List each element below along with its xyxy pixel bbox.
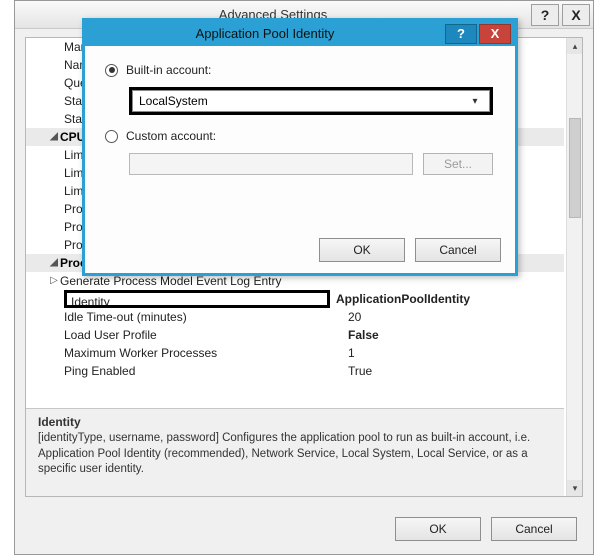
radio-icon[interactable] (105, 130, 118, 143)
app-pool-identity-dialog: Application Pool Identity ? X Built-in a… (82, 18, 518, 276)
custom-account-label: Custom account: (126, 129, 216, 143)
prop-row-identity[interactable]: Identity ApplicationPoolIdentity (26, 290, 564, 308)
ok-button[interactable]: OK (395, 517, 481, 541)
prop-row-idle-timeout[interactable]: Idle Time-out (minutes)20 (26, 308, 564, 326)
builtin-account-combo[interactable]: LocalSystem ▾ (132, 90, 490, 112)
prop-row-max-worker[interactable]: Maximum Worker Processes1 (26, 344, 564, 362)
builtin-account-label: Built-in account: (126, 63, 211, 77)
close-icon[interactable]: X (479, 24, 511, 44)
help-title: Identity (38, 415, 554, 429)
set-button: Set... (423, 153, 493, 175)
help-icon[interactable]: ? (445, 24, 477, 44)
api-footer: OK Cancel (85, 227, 515, 273)
identity-label: Identity (64, 290, 330, 308)
help-icon[interactable]: ? (531, 4, 559, 26)
scroll-thumb[interactable] (569, 118, 581, 218)
close-icon[interactable]: X (562, 4, 590, 26)
chevron-down-icon[interactable]: ▾ (467, 96, 483, 107)
scroll-up-icon[interactable]: ▴ (567, 38, 583, 54)
scrollbar[interactable]: ▴ ▾ (566, 38, 582, 496)
collapse-icon[interactable]: ◢ (48, 128, 60, 146)
builtin-account-radio[interactable]: Built-in account: (105, 63, 503, 77)
advanced-settings-footer: OK Cancel (15, 504, 593, 554)
expand-icon[interactable]: ▷ (48, 272, 60, 290)
collapse-icon[interactable]: ◢ (48, 254, 60, 272)
scroll-down-icon[interactable]: ▾ (567, 480, 583, 496)
cancel-button[interactable]: Cancel (491, 517, 577, 541)
radio-icon[interactable] (105, 64, 118, 77)
cancel-button[interactable]: Cancel (415, 238, 501, 262)
property-help-panel: Identity [identityType, username, passwo… (26, 408, 564, 496)
custom-account-radio[interactable]: Custom account: (105, 129, 503, 143)
custom-account-field (129, 153, 413, 175)
help-body: [identityType, username, password] Confi… (38, 431, 554, 478)
prop-row-ping-enabled[interactable]: Ping EnabledTrue (26, 362, 564, 380)
api-title: Application Pool Identity (85, 26, 445, 41)
builtin-account-combo-highlight: LocalSystem ▾ (129, 87, 493, 115)
ok-button[interactable]: OK (319, 238, 405, 262)
identity-value: ApplicationPoolIdentity (330, 290, 564, 308)
api-titlebar[interactable]: Application Pool Identity ? X (85, 21, 515, 46)
prop-row-load-user-profile[interactable]: Load User ProfileFalse (26, 326, 564, 344)
builtin-account-value: LocalSystem (139, 94, 208, 108)
